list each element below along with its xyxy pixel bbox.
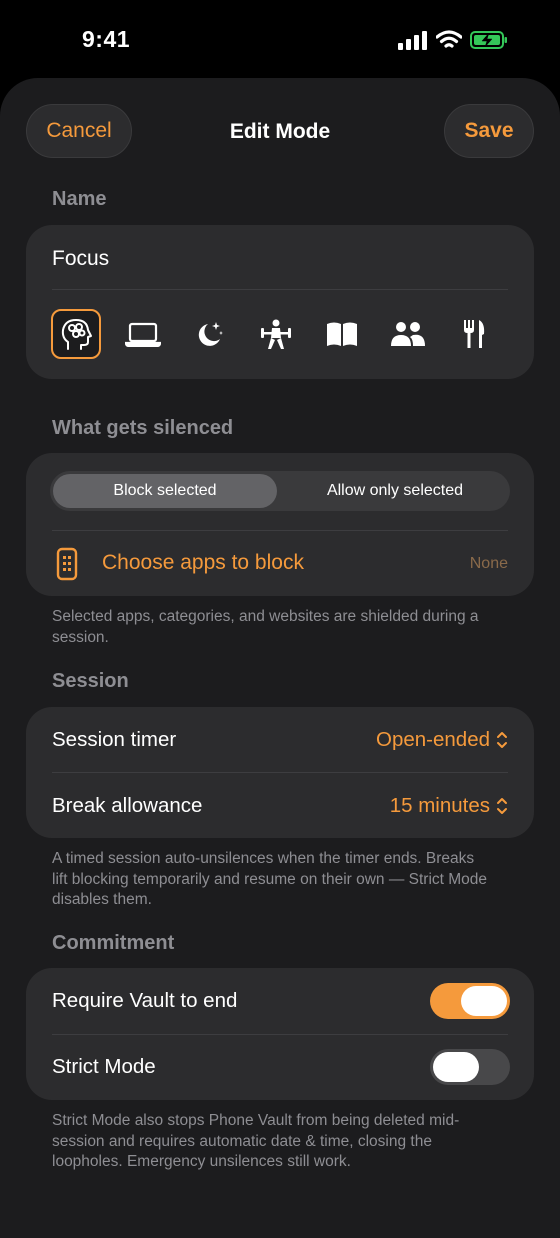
commitment-card: Require Vault to end Strict Mode	[26, 968, 534, 1100]
edit-mode-sheet: Cancel Edit Mode Save Name Focus What ge…	[0, 78, 560, 1238]
mode-name-field[interactable]: Focus	[52, 247, 109, 271]
cellular-signal-icon	[398, 31, 427, 50]
block-mode-segmented-control: Block selected Allow only selected	[50, 471, 510, 511]
require-vault-toggle[interactable]	[430, 983, 510, 1019]
status-bar: 9:41	[0, 0, 560, 80]
silenced-card: Block selected Allow only selected Choos…	[26, 453, 534, 596]
battery-charging-icon	[470, 31, 507, 49]
choose-apps-value: None	[469, 555, 508, 572]
strict-mode-toggle[interactable]	[430, 1049, 510, 1085]
segment-block-selected[interactable]: Block selected	[53, 474, 277, 508]
session-footnote: A timed session auto-unsilences when the…	[52, 850, 488, 908]
break-allowance-label: Break allowance	[52, 794, 203, 817]
segment-allow-only-selected[interactable]: Allow only selected	[283, 474, 507, 508]
silenced-footnote: Selected apps, categories, and websites …	[52, 608, 479, 646]
choose-apps-row[interactable]: Choose apps to block None	[26, 533, 534, 595]
session-section-label: Session	[52, 670, 129, 692]
commitment-footnote: Strict Mode also stops Phone Vault from …	[52, 1112, 460, 1170]
mode-icon-picker	[51, 309, 511, 359]
commitment-section-label: Commitment	[52, 932, 175, 954]
divider	[52, 1034, 508, 1035]
people-icon[interactable]	[383, 309, 433, 359]
break-allowance-row[interactable]: Break allowance 15 minutes	[26, 773, 534, 838]
phone-apps-icon	[56, 547, 78, 581]
session-timer-value: Open-ended	[376, 728, 490, 751]
break-allowance-value: 15 minutes	[389, 794, 490, 817]
toggle-knob	[461, 986, 507, 1016]
session-timer-picker[interactable]: Open-ended	[376, 728, 508, 752]
divider	[52, 289, 508, 290]
moon-stars-icon[interactable]	[185, 309, 235, 359]
status-icons	[398, 30, 508, 50]
save-button[interactable]: Save	[444, 104, 534, 158]
chevron-up-down-icon	[497, 732, 507, 748]
toggle-knob	[433, 1052, 479, 1082]
chevron-up-down-icon	[497, 798, 507, 814]
status-time: 9:41	[82, 26, 131, 52]
fork-knife-icon[interactable]	[449, 309, 499, 359]
book-icon[interactable]	[317, 309, 367, 359]
brain-icon[interactable]	[51, 309, 101, 359]
name-section-label: Name	[52, 188, 107, 210]
break-allowance-picker[interactable]: 15 minutes	[390, 794, 508, 818]
require-vault-label: Require Vault to end	[52, 989, 238, 1012]
strict-mode-label: Strict Mode	[52, 1055, 156, 1078]
divider	[52, 530, 508, 531]
name-card: Focus	[26, 225, 534, 379]
wifi-icon	[436, 30, 462, 48]
session-timer-row[interactable]: Session timer Open-ended	[26, 707, 534, 772]
session-card: Session timer Open-ended Break allowance…	[26, 707, 534, 838]
silenced-section-label: What gets silenced	[52, 417, 234, 439]
choose-apps-label: Choose apps to block	[102, 551, 304, 574]
session-timer-label: Session timer	[52, 728, 177, 751]
laptop-icon[interactable]	[118, 309, 168, 359]
weightlifter-icon[interactable]	[251, 309, 301, 359]
